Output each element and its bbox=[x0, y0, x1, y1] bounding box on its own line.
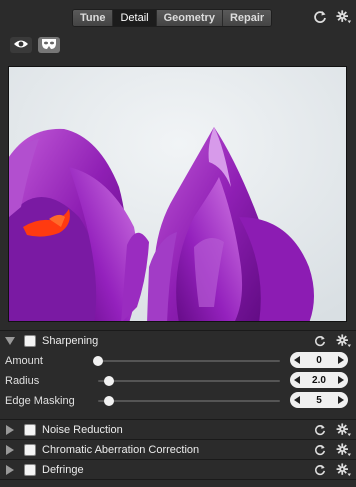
edge-masking-slider[interactable] bbox=[98, 396, 280, 406]
amount-label: Amount bbox=[5, 355, 43, 367]
tool-tabs: Tune Detail Geometry Repair bbox=[72, 9, 273, 27]
defringe-checkbox[interactable] bbox=[24, 464, 36, 476]
mask-icon bbox=[41, 38, 57, 53]
mask-button[interactable] bbox=[38, 37, 60, 53]
decrement-arrow-icon[interactable] bbox=[294, 356, 300, 364]
tab-detail[interactable]: Detail bbox=[113, 10, 157, 26]
sharpening-header: Sharpening bbox=[0, 331, 356, 351]
chromatic-aberration-checkbox[interactable] bbox=[24, 444, 36, 456]
radius-slider-knob[interactable] bbox=[103, 376, 114, 386]
gear-icon[interactable] bbox=[336, 333, 352, 349]
radius-value[interactable]: 2.0 bbox=[312, 375, 326, 386]
chromatic-aberration-title: Chromatic Aberration Correction bbox=[42, 444, 200, 456]
disclosure-right-icon[interactable] bbox=[5, 445, 15, 455]
edge-masking-stepper: 5 bbox=[290, 392, 348, 408]
amount-stepper: 0 bbox=[290, 352, 348, 368]
eye-button[interactable] bbox=[10, 37, 32, 53]
radius-slider-row: Radius 2.0 bbox=[0, 372, 356, 390]
gear-icon[interactable] bbox=[336, 9, 352, 25]
tab-geometry[interactable]: Geometry bbox=[156, 10, 223, 26]
increment-arrow-icon[interactable] bbox=[338, 376, 344, 384]
gear-icon[interactable] bbox=[336, 462, 352, 478]
top-toolbar: Tune Detail Geometry Repair bbox=[0, 0, 356, 34]
decrement-arrow-icon[interactable] bbox=[294, 396, 300, 404]
defringe-title: Defringe bbox=[42, 464, 84, 476]
gear-icon[interactable] bbox=[336, 442, 352, 458]
sharpening-title: Sharpening bbox=[42, 335, 99, 347]
reset-icon[interactable] bbox=[312, 422, 328, 438]
noise-reduction-checkbox[interactable] bbox=[24, 424, 36, 436]
amount-slider-knob[interactable] bbox=[93, 356, 103, 366]
sharpening-actions bbox=[312, 333, 352, 349]
radius-stepper: 2.0 bbox=[290, 372, 348, 388]
reset-icon[interactable] bbox=[312, 333, 328, 349]
edge-masking-slider-row: Edge Masking 5 bbox=[0, 392, 356, 410]
increment-arrow-icon[interactable] bbox=[338, 356, 344, 364]
noise-reduction-title: Noise Reduction bbox=[42, 424, 123, 436]
edge-masking-value[interactable]: 5 bbox=[316, 395, 322, 406]
increment-arrow-icon[interactable] bbox=[338, 396, 344, 404]
radius-label: Radius bbox=[5, 375, 40, 387]
image-preview[interactable] bbox=[8, 66, 347, 322]
tab-repair[interactable]: Repair bbox=[222, 10, 272, 26]
edge-masking-label: Edge Masking bbox=[5, 395, 75, 407]
view-buttons bbox=[10, 37, 60, 53]
crocus-image bbox=[9, 67, 346, 321]
amount-value[interactable]: 0 bbox=[316, 355, 322, 366]
panel-divider bbox=[0, 479, 356, 480]
reset-icon[interactable] bbox=[312, 442, 328, 458]
chromatic-aberration-actions bbox=[312, 442, 352, 458]
noise-reduction-header: Noise Reduction bbox=[0, 420, 356, 440]
amount-slider[interactable] bbox=[93, 356, 280, 366]
eye-icon bbox=[13, 39, 29, 52]
decrement-arrow-icon[interactable] bbox=[294, 376, 300, 384]
edge-masking-slider-knob[interactable] bbox=[103, 396, 114, 406]
top-actions bbox=[312, 9, 352, 25]
noise-reduction-actions bbox=[312, 422, 352, 438]
disclosure-right-icon[interactable] bbox=[5, 425, 15, 435]
disclosure-down-icon[interactable] bbox=[5, 336, 15, 346]
gear-icon[interactable] bbox=[336, 422, 352, 438]
chromatic-aberration-header: Chromatic Aberration Correction bbox=[0, 440, 356, 460]
sharpening-checkbox[interactable] bbox=[24, 335, 36, 347]
amount-slider-row: Amount 0 bbox=[0, 352, 356, 370]
reset-icon[interactable] bbox=[312, 462, 328, 478]
tab-tune[interactable]: Tune bbox=[73, 10, 114, 26]
defringe-header: Defringe bbox=[0, 460, 356, 480]
disclosure-right-icon[interactable] bbox=[5, 465, 15, 475]
reset-icon[interactable] bbox=[312, 9, 328, 25]
radius-slider[interactable] bbox=[98, 376, 280, 386]
defringe-actions bbox=[312, 462, 352, 478]
